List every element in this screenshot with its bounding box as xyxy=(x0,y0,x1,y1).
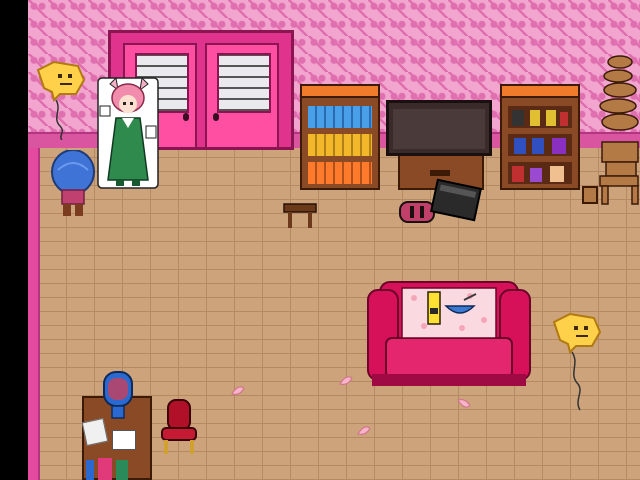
door-knob-left xyxy=(183,113,189,121)
bookshelf-top xyxy=(300,84,380,98)
console-icon[interactable] xyxy=(398,174,484,226)
petal-icon xyxy=(231,386,245,395)
balloon-icon[interactable] xyxy=(34,60,88,140)
game-scene xyxy=(0,0,640,480)
small-crate[interactable] xyxy=(582,186,598,204)
petal-icon xyxy=(357,426,371,435)
desk-book-pink xyxy=(98,458,112,480)
jar-icon[interactable] xyxy=(102,370,134,420)
sofa-icon[interactable] xyxy=(366,280,532,390)
books-row-1 xyxy=(308,106,372,128)
bookshelf-icon[interactable] xyxy=(300,84,380,190)
stool-icon[interactable] xyxy=(282,202,318,230)
left-void xyxy=(0,0,28,480)
chair-icon[interactable] xyxy=(160,398,198,456)
door-knob-right xyxy=(213,113,219,121)
toy-row-1 xyxy=(508,106,572,128)
desk-papers xyxy=(81,417,109,447)
petal-icon xyxy=(457,399,471,408)
door-window-right xyxy=(217,53,271,113)
door-right-panel xyxy=(205,43,279,149)
toy-shelf[interactable] xyxy=(500,84,580,190)
tv-screen xyxy=(393,109,485,149)
desk-book-green xyxy=(116,460,128,480)
toy-row-3 xyxy=(508,162,572,184)
books-row-2 xyxy=(308,134,372,156)
tv-icon[interactable] xyxy=(386,100,492,156)
desk-note xyxy=(112,430,136,450)
toy-row-2 xyxy=(508,134,572,156)
desk-book-blue xyxy=(86,460,94,480)
character-sprite[interactable] xyxy=(50,150,96,218)
crate-stack-icon[interactable] xyxy=(596,50,640,206)
balloon-icon[interactable] xyxy=(550,312,604,412)
petal-icon xyxy=(339,376,353,385)
left-wall-edge xyxy=(28,148,40,480)
toy-shelf-top xyxy=(500,84,580,98)
books-row-3 xyxy=(308,162,372,184)
character-standee[interactable] xyxy=(96,76,160,190)
